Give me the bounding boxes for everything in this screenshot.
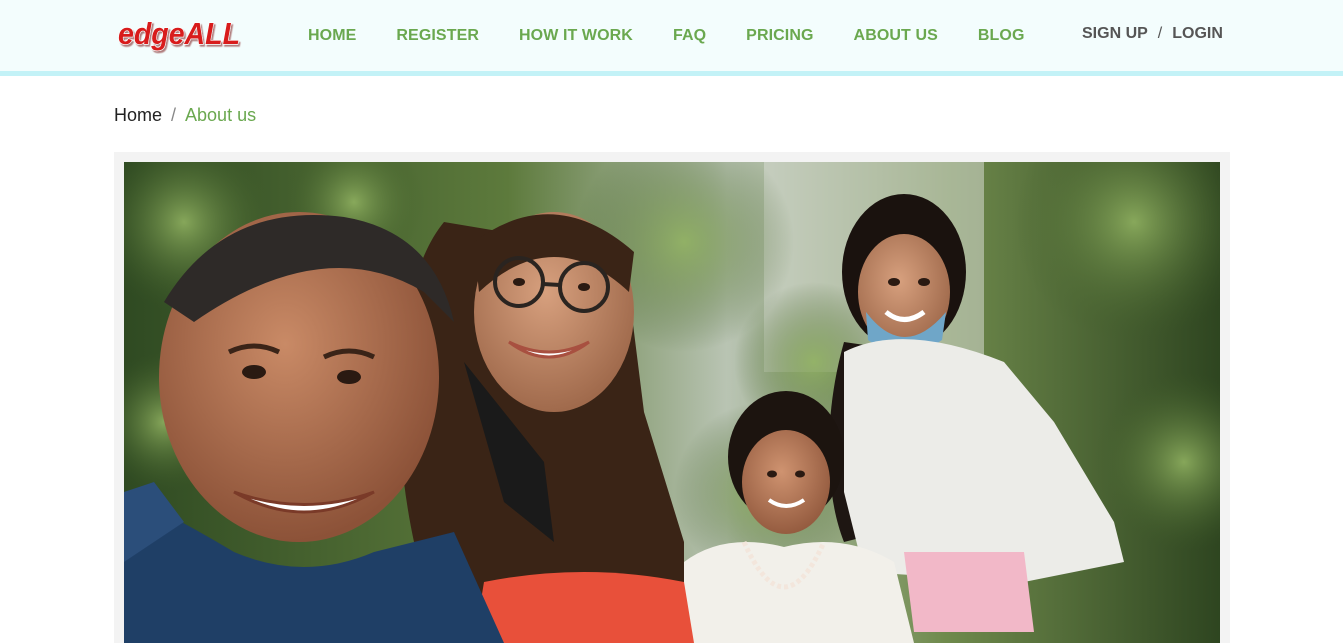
nav-pricing[interactable]: PRICING [746, 27, 813, 45]
main-nav: HOME REGISTER HOW IT WORK FAQ PRICING AB… [308, 26, 1025, 46]
breadcrumb-separator: / [171, 104, 177, 125]
signup-link[interactable]: SIGN UP [1082, 25, 1148, 43]
breadcrumb-home-link[interactable]: Home [114, 105, 162, 126]
hero-photo-frame [114, 152, 1230, 643]
site-logo[interactable]: edgeALL [116, 12, 246, 58]
breadcrumb: Home / About us [114, 104, 256, 126]
nav-how-it-work[interactable]: HOW IT WORK [519, 27, 633, 45]
hero-photo [124, 162, 1220, 643]
nav-about-us[interactable]: ABOUT US [854, 27, 938, 45]
nav-register[interactable]: REGISTER [396, 27, 479, 45]
nav-blog[interactable]: BLOG [978, 27, 1025, 45]
auth-separator: / [1157, 25, 1163, 42]
logo-wordmark: edgeALL [117, 15, 240, 51]
nav-home[interactable]: HOME [308, 27, 356, 45]
nav-faq[interactable]: FAQ [673, 27, 706, 45]
logo-text: edgeALL [118, 16, 240, 51]
family-photo-image [124, 162, 1220, 643]
breadcrumb-current: About us [185, 104, 257, 125]
login-link[interactable]: LOGIN [1172, 25, 1223, 43]
auth-links: SIGN UP / LOGIN [1082, 24, 1223, 44]
site-header: edgeALL HOME REGISTER HOW IT WORK FAQ PR… [0, 0, 1343, 76]
